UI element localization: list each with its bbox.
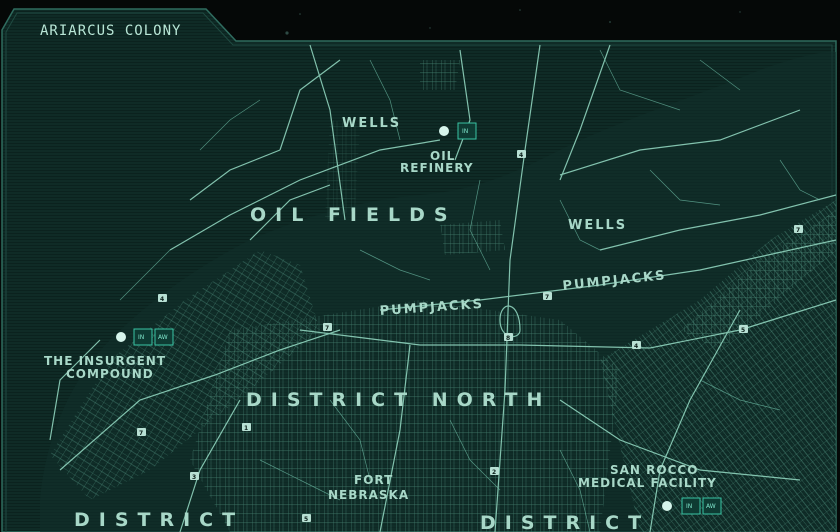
label-district-north: DISTRICT NORTH xyxy=(246,389,551,411)
route-marker-icon: 4 xyxy=(632,341,641,350)
route-marker-icon: 2 xyxy=(490,467,499,476)
svg-text:4: 4 xyxy=(634,343,638,350)
route-marker-icon: 5 xyxy=(302,514,311,523)
svg-text:7: 7 xyxy=(796,227,800,234)
svg-text:4: 4 xyxy=(160,296,164,303)
label-insurgent-compound: THE INSURGENT xyxy=(44,354,166,368)
location-pin-icon xyxy=(662,501,672,511)
location-pin-icon xyxy=(439,126,449,136)
route-marker-icon: 4 xyxy=(158,294,167,303)
label-oil-fields: OIL FIELDS xyxy=(250,204,457,226)
label-district-sw: DISTRICT xyxy=(74,509,244,531)
svg-text:8: 8 xyxy=(506,335,510,342)
route-marker-icon: 7 xyxy=(323,323,332,332)
label-wells-north: WELLS xyxy=(342,116,401,131)
route-marker-icon: 8 xyxy=(504,333,513,342)
svg-text:IN: IN xyxy=(138,334,144,341)
svg-text:5: 5 xyxy=(741,327,745,334)
svg-text:2: 2 xyxy=(492,469,496,476)
label-oil-refinery: REFINERY xyxy=(400,161,474,175)
route-marker-icon: 5 xyxy=(739,325,748,334)
label-district-s: DISTRICT xyxy=(480,512,650,532)
route-marker-icon: 3 xyxy=(190,472,199,481)
svg-text:3: 3 xyxy=(192,474,196,481)
svg-text:4: 4 xyxy=(519,152,523,159)
label-fort-nebraska: FORT xyxy=(354,473,393,487)
map-title: ARIARCUS COLONY xyxy=(40,23,181,39)
route-marker-icon: 1 xyxy=(242,423,251,432)
label-insurgent-compound: COMPOUND xyxy=(66,367,154,381)
svg-text:7: 7 xyxy=(325,325,329,332)
svg-text:IN: IN xyxy=(686,503,692,510)
label-medical-facility: MEDICAL FACILITY xyxy=(578,476,717,490)
location-pin-icon xyxy=(116,332,126,342)
svg-text:AW: AW xyxy=(706,503,716,510)
svg-text:7: 7 xyxy=(139,430,143,437)
svg-text:AW: AW xyxy=(158,334,168,341)
route-marker-icon: 4 xyxy=(517,150,526,159)
svg-text:IN: IN xyxy=(462,128,468,135)
svg-text:5: 5 xyxy=(304,516,308,523)
route-marker-icon: 7 xyxy=(543,292,552,301)
label-fort-nebraska: NEBRASKA xyxy=(328,488,409,502)
colony-map[interactable]: ARIARCUS COLONY 4 7 8 4 7 7 4 5 1 7 3 2 … xyxy=(0,0,840,532)
label-medical-facility: SAN ROCCO xyxy=(610,463,698,477)
route-marker-icon: 7 xyxy=(794,225,803,234)
label-wells-east: WELLS xyxy=(568,218,627,233)
route-marker-icon: 7 xyxy=(137,428,146,437)
svg-text:7: 7 xyxy=(545,294,549,301)
svg-text:1: 1 xyxy=(244,425,248,432)
